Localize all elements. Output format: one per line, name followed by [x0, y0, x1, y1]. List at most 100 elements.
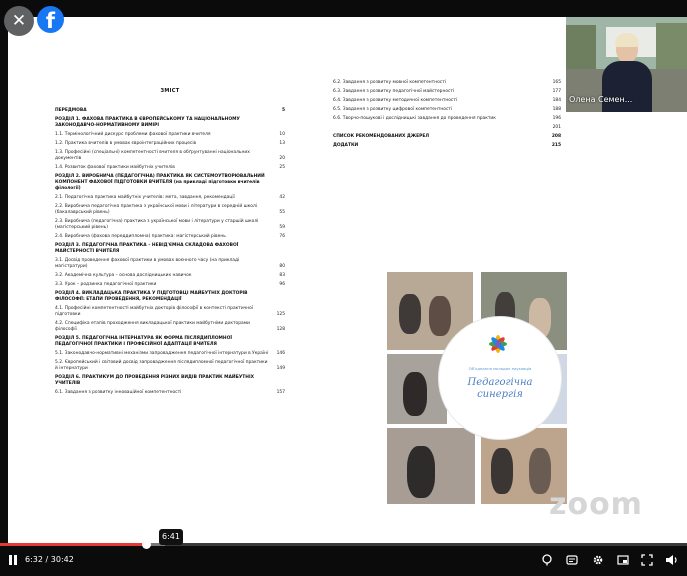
toc-entry: РОЗДІЛ 1. ФАХОВА ПРАКТИКА В ЄВРОПЕЙСЬКОМ…	[55, 117, 285, 129]
toc-right-column: 6.2. Завдання з розвитку мовної компетен…	[333, 80, 561, 152]
toc-entry-page: 125	[276, 312, 285, 317]
settings-gear-icon[interactable]	[592, 554, 604, 566]
toc-entry: ПЕРЕДМОВА 5	[55, 108, 285, 114]
toc-entry-page: 201	[552, 125, 561, 130]
toc-entry-title: 1.4. Розвиток фахової практики майбутніх…	[55, 165, 175, 170]
toc-entry-title: 1.2. Практика вчителів в умовах євроінте…	[55, 141, 197, 146]
toc-entry-title: РОЗДІЛ 3. ПЕДАГОГІЧНА ПРАКТИКА – НЕВІД'Є…	[55, 243, 239, 254]
toc-entry-title: ПЕРЕДМОВА	[55, 108, 87, 113]
toc-right-list: 6.2. Завдання з розвитку мовної компетен…	[333, 80, 561, 149]
toc-entry: 6.6. Творчо-пошукові і дослідницькі завд…	[333, 116, 561, 122]
current-time: 6:32	[25, 555, 43, 564]
toc-entry-title: 6.4. Завдання з розвитку методичної комп…	[333, 98, 458, 103]
toc-entry-page: 20	[279, 156, 285, 161]
toc-entry-page: 76	[279, 234, 285, 239]
toc-entry-page: 55	[279, 210, 285, 215]
toc-entry: 1.2. Практика вчителів в умовах євроінте…	[55, 141, 285, 147]
toc-entry-page: 196	[552, 116, 561, 121]
toc-entry-page: 208	[551, 134, 561, 139]
logo-title-line2: синергія	[477, 389, 523, 400]
time-display: 6:32 / 30:42	[25, 555, 74, 565]
toc-entry: РОЗДІЛ 5. ПЕДАГОГІЧНА ІНТЕРНАТУРА ЯК ФОР…	[55, 336, 285, 348]
toc-entry-title: 5.1. Законодавчо-нормативні механізми за…	[55, 351, 269, 356]
toc-entry-title: 4.2. Специфіка етапів проходження виклад…	[55, 321, 250, 332]
toc-entry: 4.2. Специфіка етапів проходження виклад…	[55, 321, 285, 333]
toc-entry: РОЗДІЛ 3. ПЕДАГОГІЧНА ПРАКТИКА – НЕВІД'Є…	[55, 243, 285, 255]
fullscreen-icon[interactable]	[641, 554, 653, 566]
volume-icon[interactable]	[665, 554, 679, 566]
toc-entry-page: 149	[276, 366, 285, 371]
toc-entry-title: 6.3. Завдання з розвитку педагогічної ма…	[333, 89, 455, 94]
close-icon: ✕	[11, 11, 27, 31]
toc-entry: 6.4. Завдання з розвитку методичної комп…	[333, 98, 561, 104]
location-icon[interactable]	[541, 554, 553, 566]
toc-entry-title: ДОДАТКИ	[333, 143, 359, 148]
toc-entry-page: 10	[279, 132, 285, 137]
facebook-icon: f	[45, 9, 56, 33]
speaker-video[interactable]: Олена Семен...	[566, 17, 687, 112]
toc-entry-page: 146	[276, 351, 285, 356]
toc-left-column: ЗМІСТ ПЕРЕДМОВА 5 РОЗДІЛ 1. ФАХОВА ПРАКТИК…	[55, 88, 285, 399]
captions-icon[interactable]	[566, 554, 578, 566]
toc-entry-title: 2.1. Педагогічна практика майбутніх учит…	[55, 195, 235, 200]
duration: 30:42	[50, 555, 74, 564]
pause-icon[interactable]	[8, 554, 18, 566]
seek-preview-time: 6:41	[159, 529, 183, 545]
toc-entry-page: 25	[279, 165, 285, 170]
logo-subtitle: Обʼєднання молодих науковців	[468, 366, 532, 371]
toc-entry: 2.3. Виробнича (педагогічна) практика з …	[55, 219, 285, 231]
toc-entry: 6.1. Завдання з розвитку інноваційної ко…	[55, 390, 285, 396]
toc-entry-page: 42	[279, 195, 285, 200]
toc-entry-page: 59	[279, 225, 285, 230]
toc-entry-title: РОЗДІЛ 2. ВИРОБНИЧА (ПЕДАГОГІЧНА) ПРАКТИ…	[55, 174, 265, 191]
toc-entry-title: 6.6. Творчо-пошукові і дослідницькі завд…	[333, 116, 496, 121]
zoom-watermark: zoom	[549, 487, 643, 522]
toc-entry: 6.2. Завдання з розвитку мовної компетен…	[333, 80, 561, 86]
toc-entry: 3.1. Досвід проведення фахової практики …	[55, 258, 285, 270]
toc-entry: 201	[333, 125, 561, 131]
close-button[interactable]: ✕	[4, 6, 34, 36]
toc-left-list: ПЕРЕДМОВА 5 РОЗДІЛ 1. ФАХОВА ПРАКТИКА В ЄВ…	[55, 108, 285, 396]
toc-title: ЗМІСТ	[160, 88, 180, 94]
toc-entry-page: 215	[551, 143, 561, 148]
toc-entry-title: 6.2. Завдання з розвитку мовної компетен…	[333, 80, 446, 85]
toc-entry-title: 3.2. Академічна культура – основа дослід…	[55, 273, 192, 278]
toc-entry-page: 96	[279, 282, 285, 287]
toc-entry-page: 128	[276, 327, 285, 332]
toc-entry: 3.2. Академічна культура – основа дослід…	[55, 273, 285, 279]
toc-entry: 6.3. Завдання з розвитку педагогічної ма…	[333, 89, 561, 95]
player-controls: 6:32 / 30:42	[0, 540, 687, 576]
toc-entry-title: 1.3. Професійні (спеціальні) компетентно…	[55, 150, 250, 161]
logo-star-icon	[489, 335, 507, 353]
toc-entry: РОЗДІЛ 6. ПРАКТИКУМ ДО ПРОВЕДЕННЯ РІЗНИХ…	[55, 375, 285, 387]
toc-entry: РОЗДІЛ 2. ВИРОБНИЧА (ПЕДАГОГІЧНА) ПРАКТИ…	[55, 174, 285, 192]
toc-entry: 1.1. Термінологічний дискурс проблеми фа…	[55, 132, 285, 138]
speaker-name: Олена Семен...	[569, 95, 633, 104]
logo-title: Педагогічна синергія	[440, 377, 560, 401]
toc-entry: 1.3. Професійні (спеціальні) компетентно…	[55, 150, 285, 162]
toc-entry-title: 2.4. Виробнича (фахова переддипломна) пр…	[55, 234, 226, 239]
picture-in-picture-icon[interactable]	[617, 554, 629, 566]
progress-bar[interactable]	[0, 540, 687, 549]
toc-entry-title: 5.2. Європейський і світовий досвід запр…	[55, 360, 268, 371]
toc-entry-title: РОЗДІЛ 4. ВИКЛАДАЦЬКА ПРАКТИКА У ПІДГОТО…	[55, 291, 248, 302]
toc-entry: 4.1. Професійні компетентності майбутніх…	[55, 306, 285, 318]
toc-entry: 2.4. Виробнича (фахова переддипломна) пр…	[55, 234, 285, 240]
toc-entry: 6.5. Завдання з розвитку цифрової компет…	[333, 107, 561, 113]
toc-entry-page: 184	[552, 98, 561, 103]
toc-entry-title: РОЗДІЛ 1. ФАХОВА ПРАКТИКА В ЄВРОПЕЙСЬКОМ…	[55, 117, 240, 128]
facebook-button[interactable]: f	[37, 6, 64, 33]
toc-entry-page: 157	[276, 390, 285, 395]
toc-entry: ДОДАТКИ 215	[333, 143, 561, 149]
toc-entry: 1.4. Розвиток фахової практики майбутніх…	[55, 165, 285, 171]
toc-entry-title: 1.1. Термінологічний дискурс проблеми фа…	[55, 132, 211, 137]
toc-entry-title: 4.1. Професійні компетентності майбутніх…	[55, 306, 254, 317]
toc-entry-title: 2.2. Виробнича педагогічна практика з ук…	[55, 204, 257, 215]
progress-thumb[interactable]	[142, 540, 151, 549]
toc-entry-page: 177	[552, 89, 561, 94]
toc-entry-title: СПИСОК РЕКОМЕНДОВАНИХ ДЖЕРЕЛ	[333, 134, 430, 139]
toc-entry: 3.3. Урок – родзинка педагогічної практи…	[55, 282, 285, 288]
toc-entry: РОЗДІЛ 4. ВИКЛАДАЦЬКА ПРАКТИКА У ПІДГОТО…	[55, 291, 285, 303]
toc-entry: 5.1. Законодавчо-нормативні механізми за…	[55, 351, 285, 357]
logo-title-line1: Педагогічна	[467, 377, 533, 388]
